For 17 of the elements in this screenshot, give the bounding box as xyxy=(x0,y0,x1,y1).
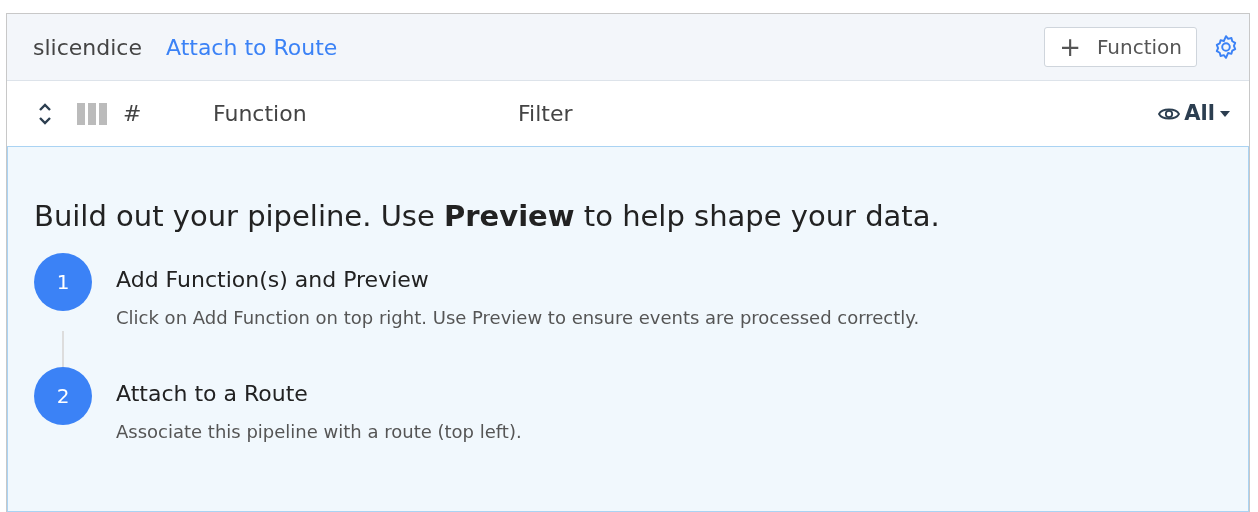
column-header: # xyxy=(123,100,143,128)
plus-icon: + xyxy=(1059,34,1081,60)
add-function-button[interactable]: + Function xyxy=(1044,27,1197,67)
step-number: 2 xyxy=(34,366,92,425)
caret-icon xyxy=(1219,109,1231,118)
column-header: Filter xyxy=(518,100,573,128)
settings-icon[interactable] xyxy=(1213,34,1239,60)
pipeline-name: slicendice xyxy=(33,33,142,62)
empty-state-headline: Build out your pipeline. Use Preview to help shape your data. xyxy=(34,198,941,235)
column-header: Function xyxy=(213,100,308,128)
step-description: Click on Add Function on top right. Use Preview to ensure events are processed correctly. xyxy=(116,305,920,330)
step-description: Associate this pipeline with a route (top left). xyxy=(116,419,522,444)
step-title: Add Function(s) and Preview xyxy=(116,265,430,294)
step-title: Attach to a Route xyxy=(116,379,309,408)
columns-icon[interactable] xyxy=(77,102,107,125)
step-number: 1 xyxy=(34,252,92,311)
view-filter-dropdown[interactable]: All xyxy=(1158,97,1231,130)
